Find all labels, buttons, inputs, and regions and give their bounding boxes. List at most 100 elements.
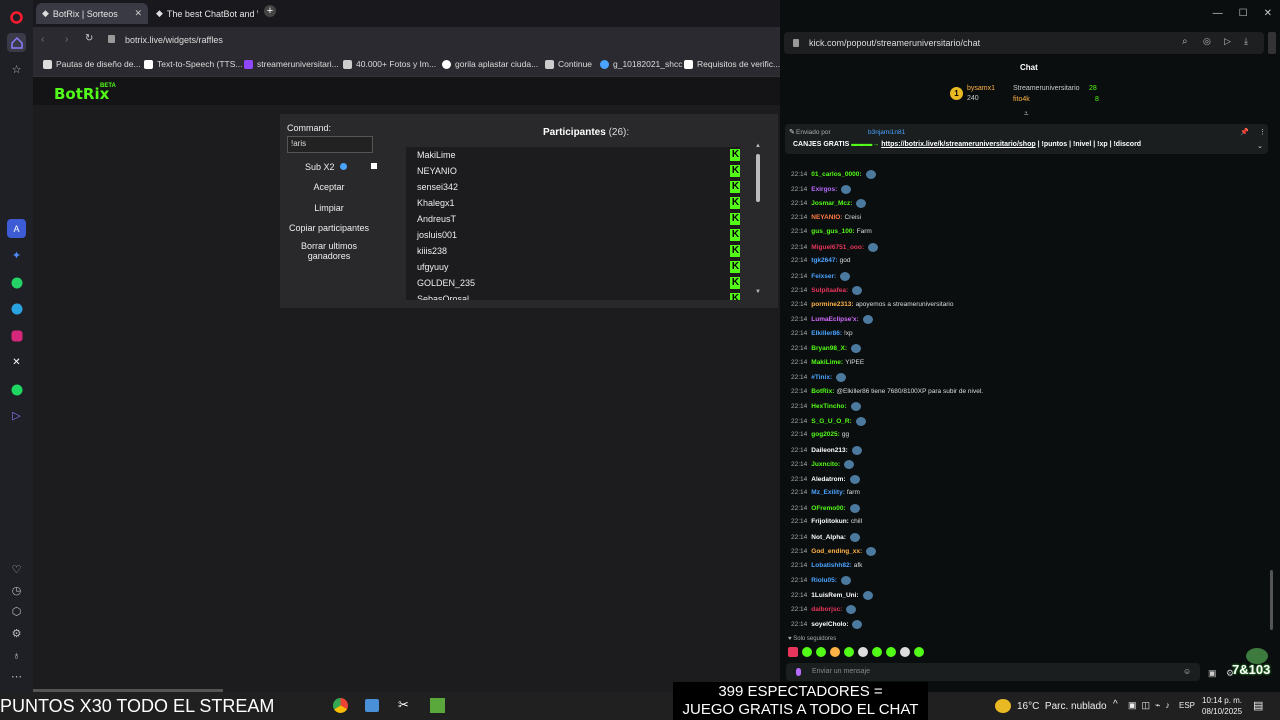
command-input[interactable]: !aris — [287, 136, 373, 153]
shield-icon[interactable]: ◎ — [1203, 36, 1211, 47]
chat-message[interactable]: 22:14 God_ending_xx: — [791, 547, 877, 556]
download-icon[interactable]: ⤓ — [1244, 36, 1248, 47]
forward-icon[interactable]: › — [65, 34, 68, 45]
message-user[interactable]: S_G_U_O_R: — [811, 418, 851, 425]
message-user[interactable]: Lobatishh82: — [811, 562, 851, 569]
chat-message[interactable]: 22:14 Daileon213: — [791, 445, 862, 455]
chat-message[interactable]: 22:14 Aledatrom: — [791, 474, 860, 484]
chat-message[interactable]: 22:14 pormine2313: apoyemos a streameruniv… — [791, 301, 953, 308]
bookmark-item[interactable]: Pautas de diseño de... — [43, 59, 141, 69]
message-user[interactable]: OFremo00: — [811, 505, 845, 512]
borrar-ganadores-button[interactable]: Borrar ultimos ganadores — [286, 241, 372, 261]
chat-message[interactable]: 22:14 OFremo00: — [791, 503, 860, 513]
message-user[interactable]: pormine2313: — [811, 301, 853, 308]
tray-chevron-icon[interactable]: ^ — [1113, 699, 1118, 710]
scroll-up-icon[interactable]: ▲ — [755, 143, 761, 149]
bookmark-item[interactable]: Requisitos de verific... — [684, 59, 780, 69]
aceptar-button[interactable]: Aceptar — [286, 182, 372, 192]
emote-icon[interactable] — [802, 647, 812, 657]
heart-icon[interactable]: ♡ — [7, 560, 26, 579]
chat-message[interactable]: 22:14 S_G_U_O_R: — [791, 416, 866, 426]
opera-logo-icon[interactable] — [7, 8, 26, 27]
unpin-icon[interactable]: 📌 — [1240, 128, 1249, 136]
chat-message[interactable]: 22:14 Exirgos: — [791, 184, 852, 194]
tray-icons[interactable]: ▣◫⌁♪ — [1128, 700, 1175, 711]
play-icon[interactable]: ▷ — [1224, 36, 1231, 47]
close-tab-icon[interactable]: ✕ — [134, 8, 142, 19]
emoji-icon[interactable]: ☺ — [1183, 667, 1191, 676]
participant-row[interactable]: sensei342 K — [406, 179, 740, 195]
chat-message[interactable]: 22:14 Juxncito: — [791, 460, 855, 469]
chat-message[interactable]: 22:14 LumaEclipse'x: — [791, 315, 873, 324]
emote-icon[interactable] — [830, 647, 840, 657]
chat-message[interactable]: 22:14 MakiLime: YIPEE — [791, 359, 864, 366]
chat-message[interactable]: 22:14 Josmar_Mcz: — [791, 199, 867, 208]
capcut-icon[interactable]: ✂ — [398, 697, 409, 713]
chat-message[interactable]: 22:14 soyelCholo: — [791, 619, 863, 629]
chat-message[interactable]: 22:14 Feixser: — [791, 271, 851, 281]
participant-row[interactable]: SebasOrosal K — [406, 291, 740, 300]
chat-input[interactable]: Enviar un mensaje ☺ — [786, 663, 1200, 681]
chat-message[interactable]: 22:14 Mz_Exility: farm — [791, 489, 860, 496]
message-user[interactable]: Josmar_Mcz: — [811, 200, 852, 207]
weather-icon[interactable] — [995, 699, 1011, 713]
new-tab-icon[interactable]: + — [264, 5, 276, 17]
chat-message[interactable]: 22:14 tgk2647: god — [791, 257, 851, 264]
emote-icon[interactable] — [858, 647, 868, 657]
reload-icon[interactable]: ↻ — [85, 33, 93, 44]
message-user[interactable]: Elkiller86: — [811, 330, 842, 337]
message-user[interactable]: tgk2647: — [811, 257, 837, 264]
chat-message[interactable]: 22:14 Bryan98_X: — [791, 344, 862, 353]
lightbulb-icon[interactable]: ♁ — [7, 646, 26, 665]
shop-link[interactable]: https://botrix.live/k/streameruniversita… — [881, 141, 1035, 148]
messenger-icon[interactable]: ✦ — [7, 246, 26, 265]
message-user[interactable]: 01_carlos_0000: — [811, 171, 861, 178]
pinned-user[interactable]: b3njami1n81 — [868, 129, 905, 136]
chat-message[interactable]: 22:14 Frijolitokun: chill — [791, 518, 862, 525]
maximize-icon[interactable]: ☐ — [1239, 8, 1248, 19]
participant-row[interactable]: GOLDEN_235 K — [406, 275, 740, 291]
player-icon[interactable]: ▷ — [7, 406, 26, 425]
close-window-icon[interactable]: ✕ — [1264, 8, 1272, 19]
message-user[interactable]: gog2025: — [811, 431, 840, 438]
notification-icon[interactable]: ▤ — [1253, 699, 1263, 712]
chat-message[interactable]: 22:14 daiborjsc: — [791, 605, 857, 614]
participants-list[interactable]: MakiLime K NEYANIO Ksensei342 K Khalegx1 K Andr… — [406, 147, 740, 300]
message-user[interactable]: soyelCholo: — [811, 621, 848, 628]
message-user[interactable]: Bryan98_X: — [811, 345, 847, 352]
aria-icon[interactable]: A — [7, 219, 26, 238]
bookmark-item[interactable]: g_10182021_shcc — [600, 59, 682, 69]
chat-message[interactable]: 22:14 Riolu05: — [791, 576, 851, 585]
message-user[interactable]: Daileon213: — [811, 447, 848, 454]
weather-text[interactable]: 16°C Parc. nublado — [1017, 701, 1107, 712]
message-user[interactable]: HexTincho: — [811, 403, 846, 410]
kick-url-text[interactable]: kick.com/popout/streameruniversitario/ch… — [809, 38, 980, 48]
message-user[interactable]: 1LuisRem_Uni: — [811, 592, 858, 599]
participant-row[interactable]: Khalegx1 K — [406, 195, 740, 211]
message-user[interactable]: #Tinix: — [811, 374, 832, 381]
minecraft-icon[interactable] — [430, 698, 445, 713]
bookmark-item[interactable]: streameruniversitari... — [244, 59, 339, 69]
participant-row[interactable]: ufgyuuy K — [406, 259, 740, 275]
message-user[interactable]: gus_gus_100: — [811, 228, 854, 235]
chat-message[interactable]: 22:14 Elkiller86: !xp — [791, 330, 853, 337]
message-user[interactable]: Aledatrom: — [811, 476, 845, 483]
gift-icon[interactable]: ▣ — [1208, 668, 1217, 679]
message-user[interactable]: God_ending_xx: — [811, 548, 862, 555]
star-icon[interactable]: ☆ — [7, 60, 26, 79]
emote-icon[interactable] — [872, 647, 882, 657]
chat-message[interactable]: 22:14 NEYANIO: Creisi — [791, 214, 861, 221]
instagram-icon[interactable] — [7, 326, 26, 345]
limpiar-button[interactable]: Limpiar — [286, 203, 372, 213]
settings-gear-icon[interactable]: ⚙ — [7, 624, 26, 643]
emote-icon[interactable] — [886, 647, 896, 657]
more-icon[interactable]: ⋯ — [7, 667, 26, 686]
message-user[interactable]: Mz_Exility: — [811, 489, 845, 496]
participant-row[interactable]: josluis001 K — [406, 227, 740, 243]
bookmark-item[interactable]: 40.000+ Fotos y Im... — [343, 59, 436, 69]
bookmark-item[interactable]: Text-to-Speech (TTS... — [144, 59, 243, 69]
chat-scrollbar[interactable] — [1270, 570, 1273, 630]
chat-message[interactable]: 22:14 Miguel6751_ooo: — [791, 242, 879, 252]
bookmark-item[interactable]: Continue — [545, 59, 592, 69]
message-user[interactable]: Feixser: — [811, 273, 836, 280]
